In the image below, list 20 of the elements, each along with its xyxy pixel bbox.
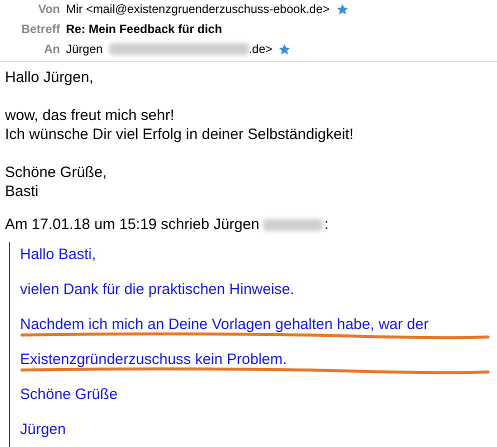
attribution-line: Am 17.01.18 um 15:19 schrieb Jürgen [5, 215, 260, 234]
message-line: Hallo Jürgen, [5, 68, 94, 87]
field-label: An [43, 42, 60, 56]
field-value: Mir <mail@existenzgruenderzuschuss-ebook.de> [66, 2, 330, 16]
quoted-line: vielen Dank für die praktischen Hinweise. [20, 280, 296, 299]
quoted-line: Schöne Grüße [20, 385, 119, 404]
message-line: Ich wünsche Dir viel Erfolg in deiner Selbständigkeit! [5, 125, 355, 144]
message-line: Schöne Grüße, [5, 163, 108, 182]
quoted-line: Hallo Basti, [20, 245, 97, 264]
message-line: wow, das freut mich sehr! [5, 106, 176, 125]
field-value: Jürgen [66, 42, 103, 56]
message-line: Basti [5, 182, 40, 201]
field-label: Betreff [20, 22, 60, 36]
attribution-colon: : [324, 215, 328, 234]
quoted-line: Nachdem ich mich an Deine Vorlagen gehalten habe, war der [20, 315, 430, 334]
field-value: .de> [248, 42, 272, 56]
quoted-line: Jürgen [20, 420, 67, 439]
field-label: Von [37, 2, 60, 16]
quoted-line: Existenzgründerzuschuss kein Problem. [20, 350, 288, 369]
field-value: Re: Mein Feedback für dich [66, 22, 222, 36]
